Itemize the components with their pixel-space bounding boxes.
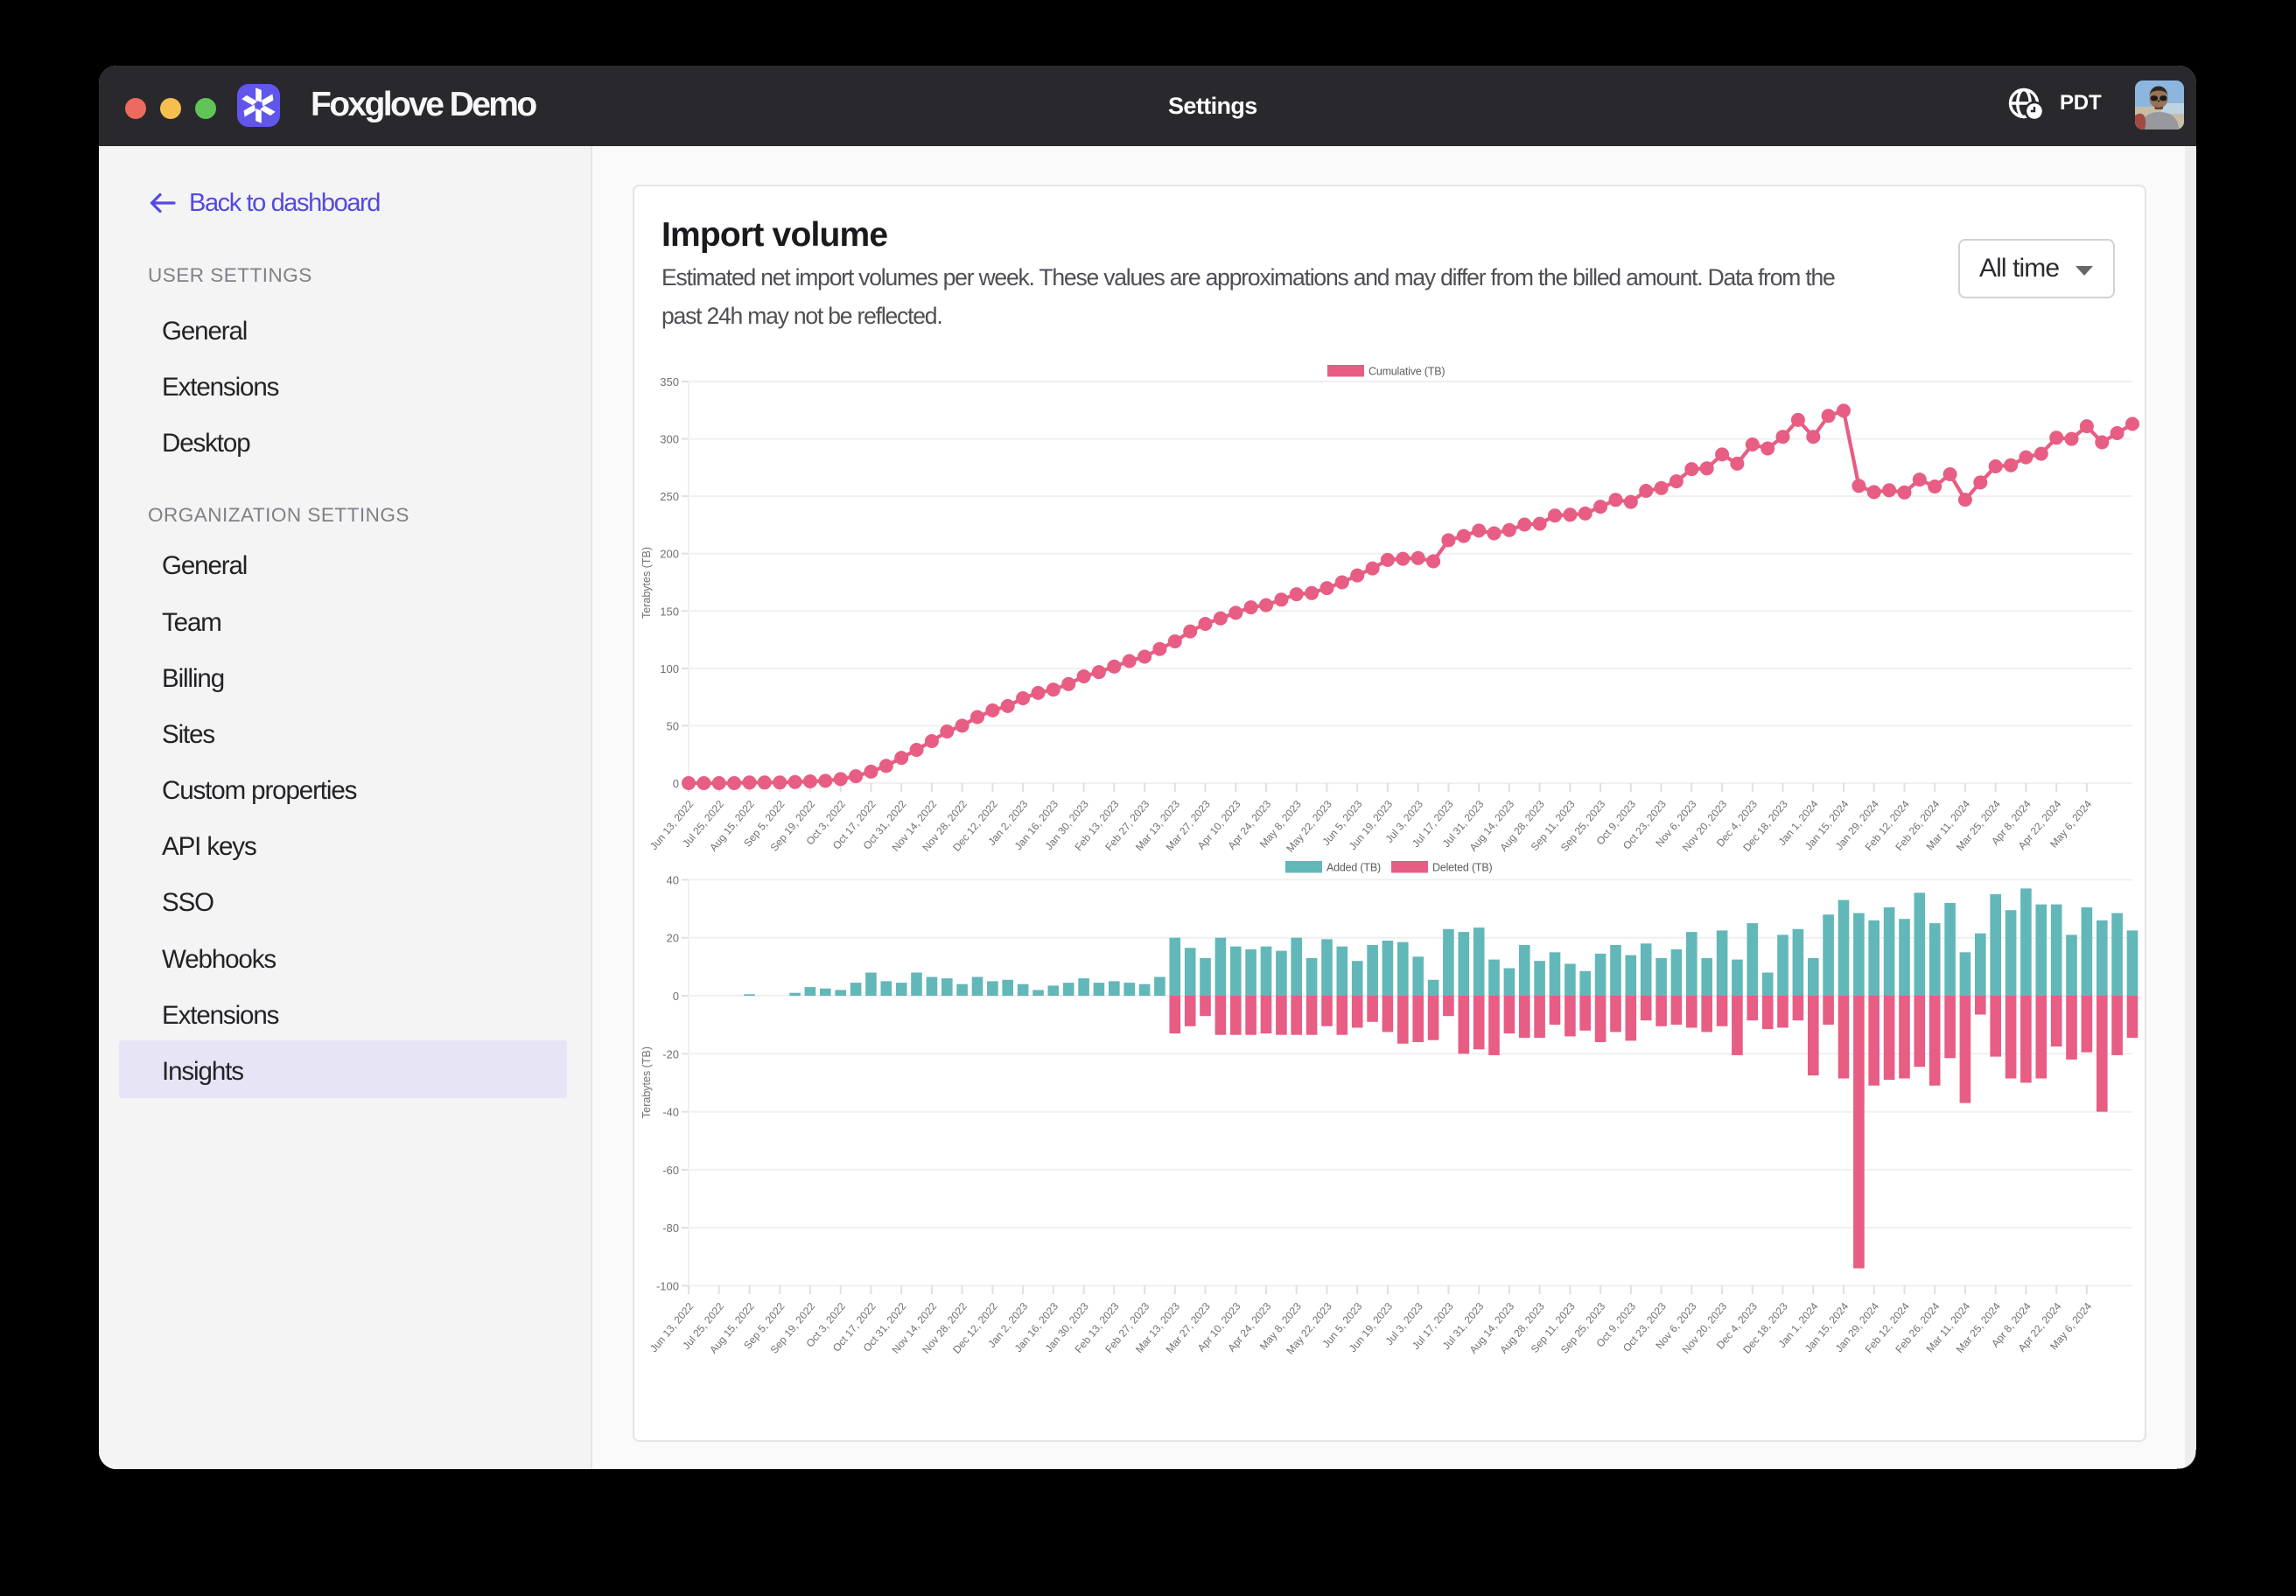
svg-text:350: 350: [660, 375, 679, 388]
svg-text:40: 40: [667, 873, 679, 886]
svg-text:0: 0: [673, 990, 679, 1003]
svg-text:-40: -40: [662, 1106, 679, 1119]
svg-text:-20: -20: [662, 1047, 679, 1060]
svg-text:0: 0: [673, 777, 679, 790]
svg-text:-60: -60: [662, 1164, 679, 1177]
svg-text:20: 20: [667, 932, 679, 945]
svg-text:50: 50: [667, 719, 679, 732]
svg-text:Cumulative (TB): Cumulative (TB): [1368, 366, 1445, 378]
svg-text:Terabytes (TB): Terabytes (TB): [640, 1046, 653, 1118]
svg-text:150: 150: [660, 605, 679, 618]
svg-text:250: 250: [660, 490, 679, 503]
svg-text:200: 200: [660, 548, 679, 561]
svg-text:-80: -80: [662, 1222, 679, 1235]
svg-text:Terabytes (TB): Terabytes (TB): [640, 547, 653, 619]
svg-text:-100: -100: [656, 1279, 679, 1292]
svg-text:100: 100: [660, 662, 679, 676]
svg-text:Added (TB): Added (TB): [1326, 862, 1381, 874]
svg-text:300: 300: [660, 433, 679, 446]
svg-text:Deleted (TB): Deleted (TB): [1432, 862, 1492, 874]
